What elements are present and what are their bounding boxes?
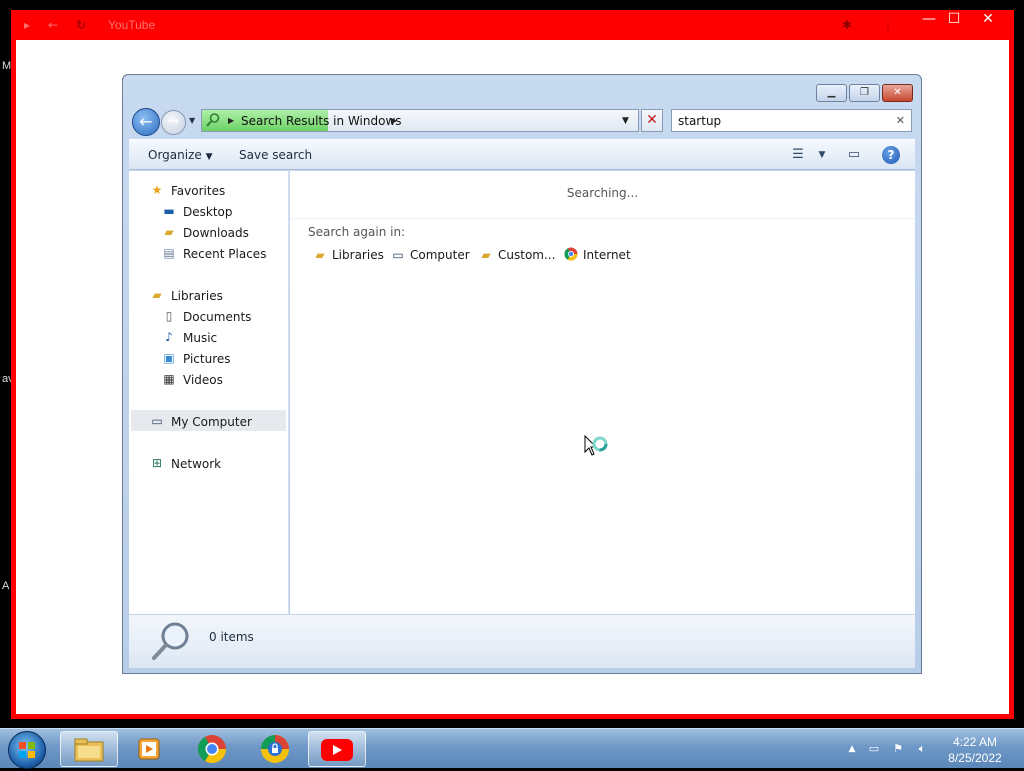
search-again-label-text: Computer <box>410 248 470 262</box>
media-player-icon <box>138 738 160 760</box>
folder-icon <box>74 738 104 762</box>
address-breadcrumb[interactable]: Search Results in Windows <box>241 114 402 128</box>
help-icon[interactable]: ? <box>882 146 900 164</box>
back-arrow-icon[interactable]: ← <box>45 17 61 33</box>
preview-pane-icon[interactable]: ▭ <box>845 146 863 164</box>
search-input-value: startup <box>678 114 722 128</box>
clock-time: 4:22 AM <box>952 735 998 749</box>
menu-arrow-icon[interactable]: ▸ <box>19 17 35 33</box>
volume-icon[interactable]: 🔈︎ <box>914 741 930 757</box>
pictures-icon: ▣ <box>163 351 175 365</box>
browser-maximize-button[interactable]: ☐ <box>941 10 967 30</box>
explorer-minimize-button[interactable]: ▁ <box>816 84 847 102</box>
nav-label: Libraries <box>171 289 223 303</box>
organize-button[interactable]: Organize ▼ <box>148 148 213 162</box>
taskbar-explorer[interactable] <box>60 731 118 767</box>
desktop-icon: ▬ <box>163 204 175 218</box>
clear-search-icon[interactable]: ✕ <box>896 113 905 129</box>
divider <box>290 218 915 220</box>
network-status-icon[interactable]: ▭ <box>866 741 882 757</box>
taskbar-clock[interactable]: 4:22 AM 8/25/2022 <box>940 734 1010 766</box>
search-magnifier-icon <box>149 620 193 664</box>
browser-close-button[interactable]: ✕ <box>973 10 1003 30</box>
breadcrumb-arrow-icon[interactable]: ▶ <box>228 113 234 129</box>
action-center-flag-icon[interactable]: ⚑ <box>890 741 906 757</box>
search-status: Searching... <box>566 186 639 200</box>
browser-title: YouTube <box>108 18 156 32</box>
chevron-down-icon[interactable]: ▼ <box>813 146 831 164</box>
lock-browser-icon <box>261 735 289 763</box>
explorer-maximize-button[interactable]: ❐ <box>849 84 880 102</box>
show-hidden-icons-icon[interactable]: ▲ <box>844 741 860 757</box>
star-icon: ★ <box>151 183 163 197</box>
breadcrumb-arrow-icon[interactable]: ▶ <box>391 113 397 129</box>
music-icon: ♪ <box>165 330 173 344</box>
reload-icon[interactable]: ↻ <box>73 17 89 33</box>
save-search-button[interactable]: Save search <box>239 148 312 162</box>
items-count: 0 items <box>209 630 254 644</box>
nav-label: My Computer <box>171 415 252 429</box>
chevron-down-icon: ▼ <box>205 152 213 162</box>
view-options-icon[interactable]: ☰ <box>789 146 807 164</box>
back-button[interactable]: ← <box>132 108 160 136</box>
nav-label: Pictures <box>183 352 231 366</box>
taskbar-youtube[interactable] <box>308 731 366 767</box>
libraries-icon: ▰ <box>152 288 162 302</box>
taskbar-secure-browser[interactable] <box>246 731 304 767</box>
clock-date: 8/25/2022 <box>948 751 1002 765</box>
computer-icon: ▭ <box>392 248 404 262</box>
recent-pages-chevron-icon[interactable]: ▼ <box>189 116 195 125</box>
details-pane: 0 items <box>129 614 915 668</box>
search-again-label-text: Internet <box>583 248 631 262</box>
youtube-icon <box>321 739 353 761</box>
custom-folder-icon: ▰ <box>481 248 491 262</box>
taskbar-chrome[interactable] <box>183 731 241 767</box>
search-again-label-text: Custom... <box>498 248 556 262</box>
start-button[interactable] <box>8 731 46 769</box>
address-dropdown-icon[interactable]: ▼ <box>622 113 629 129</box>
search-again-label: Search again in: <box>308 225 406 239</box>
nav-label: Favorites <box>171 184 226 198</box>
documents-icon: ▯ <box>165 309 173 323</box>
nav-label: Desktop <box>183 205 233 219</box>
recent-places-icon: ▤ <box>163 246 175 260</box>
browser-minimize-button[interactable]: — <box>917 10 941 30</box>
organize-label: Organize <box>148 148 202 162</box>
desktop-edge-text: M <box>2 60 12 72</box>
chrome-icon <box>563 247 579 263</box>
network-icon: ⊞ <box>151 456 163 470</box>
taskbar: ▲ ▭ ⚑ 🔈︎ 4:22 AM 8/25/2022 <box>0 728 1024 769</box>
forward-button[interactable]: → <box>161 110 186 135</box>
stop-search-button[interactable]: ✕ <box>641 109 663 132</box>
downloads-folder-icon: ▰ <box>164 225 174 239</box>
search-input[interactable]: startup ✕ <box>671 109 912 132</box>
nav-label: Videos <box>183 373 223 387</box>
nav-label: Recent Places <box>183 247 267 261</box>
search-icon <box>205 112 221 128</box>
busy-cursor-icon <box>584 434 614 465</box>
command-bar: Organize ▼ Save search ☰ ▼ ▭ ? <box>129 139 915 170</box>
search-again-label-text: Libraries <box>332 248 384 262</box>
explorer-close-button[interactable]: ✕ <box>882 84 913 102</box>
libraries-icon: ▰ <box>315 248 325 262</box>
nav-label: Downloads <box>183 226 249 240</box>
explorer-window: ▁ ❐ ✕ ← → ▼ ▶ Search Results in Windows … <box>122 74 922 674</box>
videos-icon: ▦ <box>163 372 175 386</box>
nav-label: Network <box>171 457 222 471</box>
more-menu-icon[interactable]: ⋮ <box>880 17 896 33</box>
computer-icon: ▭ <box>151 414 163 428</box>
browser-titlebar: ▸ ← ↻ YouTube ✱ ⋮ — ☐ ✕ <box>11 10 1014 40</box>
extensions-icon[interactable]: ✱ <box>839 17 855 33</box>
desktop-edge-text: A <box>2 580 10 592</box>
search-results-pane[interactable]: Searching... Search again in: ▰ Librarie… <box>290 171 915 614</box>
address-bar[interactable]: ▶ Search Results in Windows ▶ ▼ <box>201 109 639 132</box>
nav-label: Music <box>183 331 218 345</box>
chrome-icon <box>198 735 226 763</box>
taskbar-media-player[interactable] <box>120 731 178 767</box>
navigation-pane: ★ Favorites ▬ Desktop ▰ Downloads ▤ Rece… <box>129 171 289 614</box>
nav-label: Documents <box>183 310 252 324</box>
